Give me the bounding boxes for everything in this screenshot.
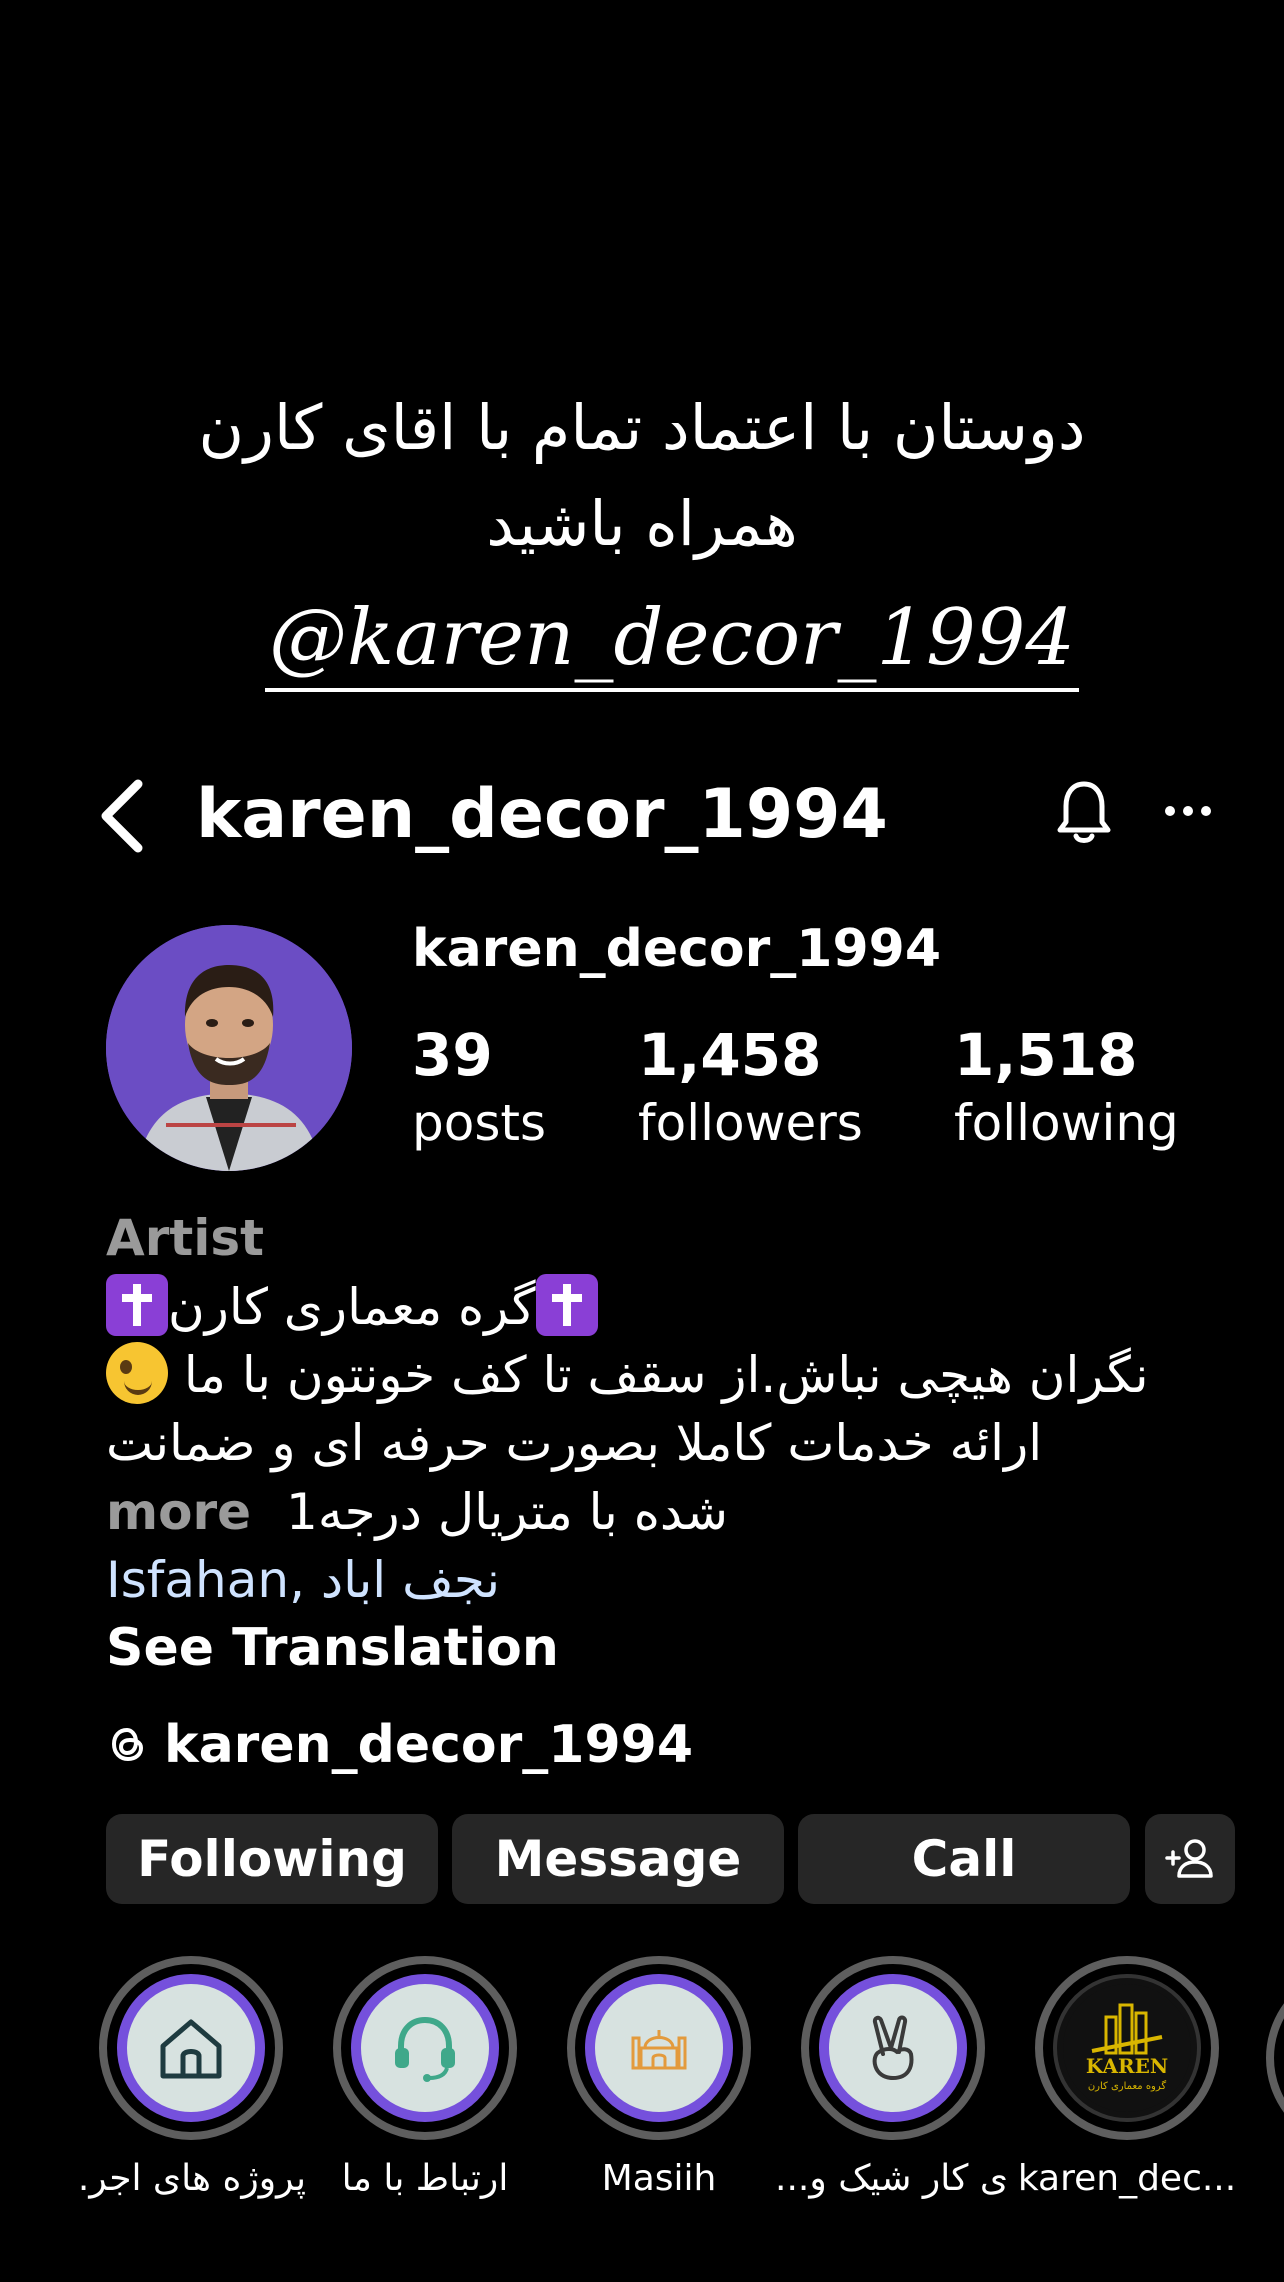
story-caption: دوستان با اعتماد تمام با اقای کارن همراه… — [0, 380, 1284, 572]
bio-line-1: گره معماری کارن — [106, 1273, 1216, 1341]
bio-line-1-text: گره معماری کارن — [168, 1278, 536, 1336]
bio-line-4: شده با متریال درجه1 — [286, 1483, 729, 1541]
caption-line-2: همراه باشید — [486, 487, 798, 560]
bio-line-2-text: نگران هیچی نباش.از سقف تا کف خونتون با م… — [183, 1346, 1149, 1404]
back-chevron-icon[interactable] — [90, 776, 160, 856]
profile-photo — [106, 925, 352, 1171]
avatar[interactable] — [106, 925, 352, 1171]
highlight-label: Masiih — [601, 2158, 717, 2199]
cross-emoji-icon — [106, 1274, 168, 1336]
headset-icon — [395, 2016, 455, 2082]
header-username: karen_decor_1994 — [196, 775, 888, 854]
bio-line-2: نگران هیچی نباش.از سقف تا کف خونتون با م… — [106, 1341, 1216, 1409]
highlight-masiih[interactable]: Masiih — [544, 1956, 774, 2202]
profile-name: karen_decor_1994 — [412, 919, 942, 979]
threads-handle: karen_decor_1994 — [164, 1715, 694, 1775]
following-stat[interactable]: 1,518 following — [954, 1020, 1179, 1156]
highlight-ring — [567, 1956, 751, 2140]
profile-header: karen_decor_1994 — [0, 760, 1284, 870]
suggest-people-button[interactable] — [1145, 1814, 1235, 1904]
location-city: Isfahan — [106, 1551, 290, 1609]
bio-line-3: ارائه خدمات کاملا بصورت حرفه ای و ضمانت — [106, 1414, 1043, 1472]
highlight-cover — [585, 1974, 733, 2122]
location-separator: , — [289, 1551, 305, 1609]
threads-link[interactable]: karen_decor_1994 — [106, 1710, 693, 1780]
highlight-contact[interactable]: ارتباط با ما — [310, 1956, 540, 2202]
add-person-icon — [1165, 1839, 1213, 1878]
location-link[interactable]: Isfahan, نجف اباد — [106, 1546, 500, 1614]
highlight-cover — [819, 1974, 967, 2122]
house-icon — [160, 2019, 222, 2079]
karen-logo-subtitle: گروه معماری کارن — [1088, 2080, 1167, 2092]
highlight-ring — [99, 1956, 283, 2140]
highlight-ring — [801, 1956, 985, 2140]
see-translation-link[interactable]: See Translation — [106, 1614, 559, 1682]
karen-logo-text: KAREN — [1086, 2054, 1168, 2078]
call-button[interactable]: Call — [798, 1814, 1130, 1904]
bell-icon[interactable] — [1052, 778, 1116, 848]
highlight-karen-decor[interactable]: KAREN گروه معماری کارن karen_dec... — [1012, 1956, 1242, 2202]
highlight-cover — [117, 1974, 265, 2122]
highlight-stylish-work[interactable]: ی کار شیک و... — [778, 1956, 1008, 2202]
highlight-projects[interactable]: پروژه های اجر... — [76, 1956, 306, 2202]
karen-logo: KAREN گروه معماری کارن — [1063, 1984, 1191, 2112]
highlight-label: ی کار شیک و... — [778, 2158, 1008, 2199]
followers-label: followers — [638, 1094, 863, 1152]
highlight-label: پروژه های اجر... — [76, 2158, 306, 2199]
following-count: 1,518 — [954, 1021, 1138, 1089]
threads-icon — [111, 1727, 144, 1762]
location-town: نجف اباد — [320, 1551, 501, 1609]
highlight-cover: KAREN گروه معماری کارن — [1053, 1974, 1201, 2122]
posts-label: posts — [412, 1094, 547, 1152]
mosque-icon — [631, 2030, 687, 2070]
followers-stat[interactable]: 1,458 followers — [638, 1020, 863, 1156]
highlight-label: ارتباط با ما — [341, 2158, 509, 2199]
winking-face-emoji-icon — [106, 1342, 168, 1404]
posts-stat[interactable]: 39 posts — [412, 1020, 546, 1156]
following-label: following — [954, 1094, 1179, 1152]
highlight-ring: KAREN گروه معماری کارن — [1035, 1956, 1219, 2140]
more-options-icon[interactable] — [1164, 796, 1212, 826]
followers-count: 1,458 — [638, 1021, 822, 1089]
message-button[interactable]: Message — [452, 1814, 784, 1904]
following-button[interactable]: Following — [106, 1814, 438, 1904]
highlight-cover — [351, 1974, 499, 2122]
bio-more-link[interactable]: more — [106, 1478, 251, 1546]
peace-hand-icon — [872, 2015, 914, 2080]
caption-line-1: دوستان با اعتماد تمام با اقای کارن — [198, 391, 1086, 464]
highlight-partial[interactable] — [1266, 1966, 1284, 2136]
highlight-ring — [333, 1956, 517, 2140]
posts-count: 39 — [412, 1021, 493, 1089]
highlight-label: karen_dec... — [1017, 2158, 1237, 2199]
profile-category: Artist — [106, 1209, 265, 1267]
cross-emoji-icon — [535, 1274, 598, 1336]
caption-mention[interactable]: @karen_decor_1994 — [265, 588, 1079, 692]
